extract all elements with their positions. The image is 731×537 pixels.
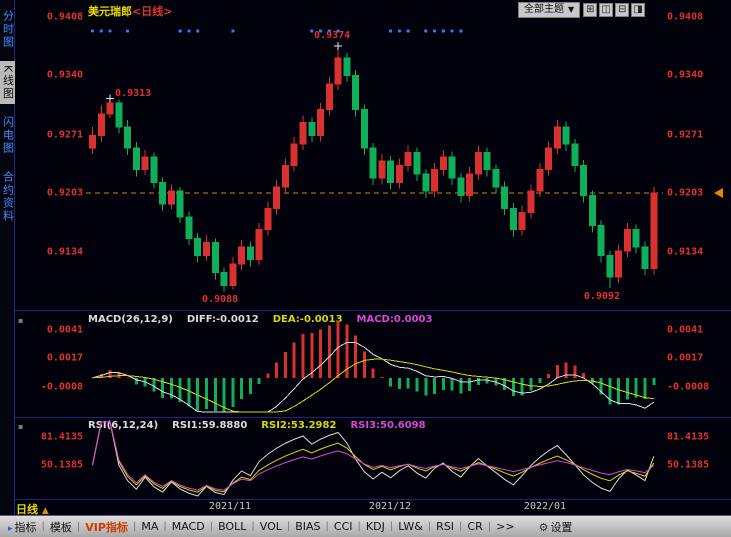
toolbar-macd[interactable]: MACD bbox=[167, 520, 210, 533]
price-axis-label: 0.9408 bbox=[28, 12, 83, 23]
sidebar-item-time-chart[interactable]: 分时图 bbox=[0, 6, 15, 53]
toolbar-indicator[interactable]: ▸指标 bbox=[3, 519, 42, 535]
macd-axis-label: 0.0017 bbox=[28, 352, 83, 363]
toolbar-ma[interactable]: MA bbox=[136, 520, 163, 533]
price-annotation: 0.9092 bbox=[584, 291, 620, 302]
price-axis-label: 0.9340 bbox=[667, 70, 725, 81]
macd-axis-label: -0.0008 bbox=[667, 382, 725, 393]
price-axis-label: 0.9271 bbox=[667, 129, 725, 140]
trading-app-window: 分时图K线图闪电图合约资料 美元瑞郎<日线> 全部主题 ▼ ⊞◫⊟◨ ▪ MAC… bbox=[0, 0, 731, 537]
toolbar-lw[interactable]: LW& bbox=[393, 520, 428, 533]
toolbar-bias[interactable]: BIAS bbox=[290, 520, 325, 533]
rsi-panel-icon[interactable]: ▪ bbox=[18, 422, 23, 431]
toolbar-vol[interactable]: VOL bbox=[255, 520, 287, 533]
panel-divider bbox=[15, 499, 731, 500]
macd-axis-label: 0.0017 bbox=[667, 352, 725, 363]
macd-panel-icon[interactable]: ▪ bbox=[18, 316, 23, 325]
price-annotation: 0.9313 bbox=[115, 88, 151, 99]
price-annotation: 0.9374 bbox=[314, 30, 350, 41]
price-axis-label: 0.9203 bbox=[28, 187, 83, 198]
price-axis-label: 0.9408 bbox=[667, 12, 725, 23]
x-axis-date-label: 2022/01 bbox=[524, 501, 566, 512]
main-candle-chart-canvas[interactable] bbox=[86, 8, 663, 308]
toolbar-template[interactable]: 模板 bbox=[45, 519, 77, 535]
macd-axis-label: 0.0041 bbox=[28, 324, 83, 335]
rsi-axis-label: 81.4135 bbox=[28, 432, 83, 443]
toolbar-more[interactable]: >> bbox=[491, 520, 519, 533]
x-axis-date-label: 2021/12 bbox=[369, 501, 411, 512]
sidebar-item-candle-chart[interactable]: K线图 bbox=[0, 61, 15, 104]
price-axis-label: 0.9134 bbox=[28, 247, 83, 258]
price-annotation: 0.9088 bbox=[202, 294, 238, 305]
rsi-axis-label: 50.1385 bbox=[28, 460, 83, 471]
toolbar-settings[interactable]: ⚙设置 bbox=[534, 519, 578, 535]
x-axis-date-label: 2021/11 bbox=[209, 501, 251, 512]
toolbar-kdj[interactable]: KDJ bbox=[361, 520, 390, 533]
toolbar-rsi[interactable]: RSI bbox=[431, 520, 459, 533]
price-axis-label: 0.9134 bbox=[667, 247, 725, 258]
macd-axis-label: -0.0008 bbox=[28, 382, 83, 393]
macd-chart-canvas[interactable] bbox=[86, 312, 663, 416]
indicator-toolbar: ▸指标|模板|VIP指标|MA|MACD|BOLL|VOL|BIAS|CCI|K… bbox=[0, 515, 731, 537]
sidebar-item-contract-info[interactable]: 合约资料 bbox=[0, 167, 15, 227]
indicator-arrow-icon: ▸ bbox=[8, 524, 13, 534]
toolbar-boll[interactable]: BOLL bbox=[213, 520, 251, 533]
toolbar-vip-indicator[interactable]: VIP指标 bbox=[80, 519, 133, 535]
price-axis-label: 0.9340 bbox=[28, 70, 83, 81]
rsi-chart-canvas[interactable] bbox=[86, 418, 663, 498]
price-axis-label: 0.9203 bbox=[667, 187, 725, 198]
macd-axis-label: 0.0041 bbox=[667, 324, 725, 335]
chart-type-sidebar: 分时图 K线图闪电图合约资料 bbox=[0, 0, 15, 515]
gear-icon: ⚙ bbox=[539, 521, 549, 534]
sidebar-item-flash-chart[interactable]: 闪电图 bbox=[0, 112, 15, 159]
panel-divider bbox=[15, 310, 731, 311]
toolbar-cr[interactable]: CR bbox=[462, 520, 487, 533]
toolbar-cci[interactable]: CCI bbox=[329, 520, 358, 533]
rsi-axis-label: 81.4135 bbox=[667, 432, 725, 443]
rsi-axis-label: 50.1385 bbox=[667, 460, 725, 471]
price-axis-label: 0.9271 bbox=[28, 129, 83, 140]
